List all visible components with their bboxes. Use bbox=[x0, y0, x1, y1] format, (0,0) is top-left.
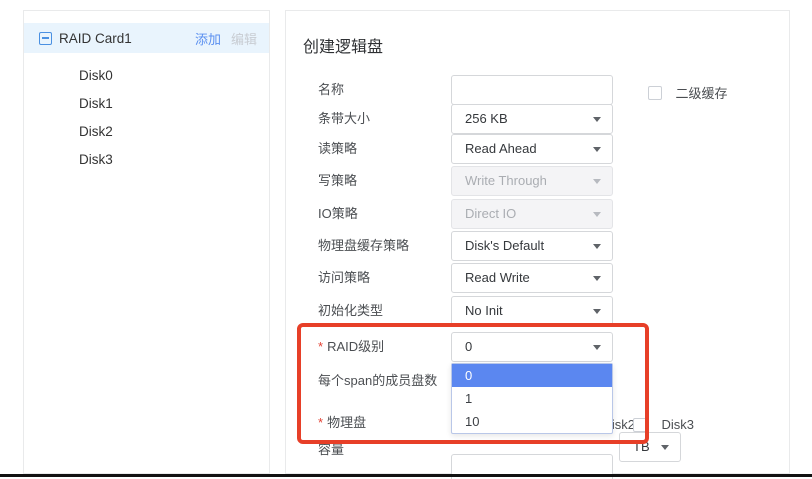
capacity-unit-select[interactable]: TB bbox=[619, 432, 681, 462]
physical-disks-label: * 物理盘 bbox=[318, 408, 366, 438]
raid-card-name: RAID Card1 bbox=[59, 31, 132, 46]
minus-glyph bbox=[42, 37, 49, 39]
raid-level-label-text: RAID级别 bbox=[327, 339, 384, 354]
chevron-down-icon bbox=[593, 147, 601, 152]
disk-cache-policy-select[interactable]: Disk's Default bbox=[451, 231, 613, 261]
raid-level-row: * RAID级别 0 bbox=[286, 332, 789, 362]
disk3-checkbox[interactable] bbox=[633, 418, 647, 432]
secondary-cache-label: 二级缓存 bbox=[675, 86, 727, 101]
raid-level-select[interactable]: 0 bbox=[451, 332, 613, 362]
write-policy-label: 写策略 bbox=[318, 166, 357, 196]
disk-cache-policy-label: 物理盘缓存策略 bbox=[318, 231, 409, 261]
chevron-down-icon bbox=[593, 244, 601, 249]
name-field-wrap bbox=[451, 75, 613, 105]
secondary-cache-option: 二级缓存 bbox=[648, 83, 727, 102]
raid-level-value: 0 bbox=[465, 333, 472, 361]
sidebar-item-disk3[interactable]: Disk3 bbox=[79, 146, 113, 174]
sidebar-item-disk2[interactable]: Disk2 bbox=[79, 118, 113, 146]
tree-actions: 添加 编辑 bbox=[195, 23, 257, 53]
raid-level-label: * RAID级别 bbox=[318, 332, 384, 362]
io-policy-value: Direct IO bbox=[465, 200, 516, 228]
read-policy-label: 读策略 bbox=[318, 134, 357, 164]
init-type-label: 初始化类型 bbox=[318, 296, 383, 326]
create-logical-disk-panel: 创建逻辑盘 名称 二级缓存 条带大小 256 KB 读策略 Read Ahea bbox=[285, 10, 790, 474]
page-title: 创建逻辑盘 bbox=[303, 33, 383, 57]
edit-link[interactable]: 编辑 bbox=[231, 29, 257, 48]
chevron-down-icon bbox=[593, 276, 601, 281]
chevron-down-icon bbox=[593, 309, 601, 314]
dropdown-option-0[interactable]: 0 bbox=[452, 364, 612, 387]
chevron-down-icon bbox=[593, 345, 601, 350]
dropdown-option-1[interactable]: 1 bbox=[452, 387, 612, 410]
raid-tree-panel: RAID Card1 添加 编辑 Disk0 Disk1 Disk2 Disk3 bbox=[23, 10, 270, 474]
raid-card-row[interactable]: RAID Card1 添加 编辑 bbox=[24, 23, 269, 53]
sidebar-item-disk0[interactable]: Disk0 bbox=[79, 62, 113, 90]
access-policy-label: 访问策略 bbox=[318, 263, 370, 293]
init-type-select[interactable]: No Init bbox=[451, 296, 613, 326]
chevron-down-icon bbox=[593, 212, 601, 217]
write-policy-select: Write Through bbox=[451, 166, 613, 196]
add-link[interactable]: 添加 bbox=[195, 29, 221, 48]
disk3-checkbox-label: Disk3 bbox=[661, 417, 694, 432]
name-label: 名称 bbox=[318, 75, 344, 105]
io-policy-select: Direct IO bbox=[451, 199, 613, 229]
read-policy-row: 读策略 Read Ahead bbox=[286, 134, 789, 164]
secondary-cache-checkbox[interactable] bbox=[648, 86, 662, 100]
stripe-size-row: 条带大小 256 KB bbox=[286, 104, 789, 134]
sidebar-item-disk1[interactable]: Disk1 bbox=[79, 90, 113, 118]
span-member-disks-label: 每个span的成员盘数 bbox=[318, 366, 437, 396]
capacity-label: 容量 bbox=[318, 435, 344, 465]
access-policy-select[interactable]: Read Write bbox=[451, 263, 613, 293]
name-row: 名称 二级缓存 bbox=[286, 75, 789, 105]
read-policy-value: Read Ahead bbox=[465, 135, 537, 163]
disk-cache-policy-value: Disk's Default bbox=[465, 232, 544, 260]
init-type-value: No Init bbox=[465, 297, 503, 325]
chevron-down-icon bbox=[593, 117, 601, 122]
write-policy-row: 写策略 Write Through bbox=[286, 166, 789, 196]
write-policy-value: Write Through bbox=[465, 167, 547, 195]
required-asterisk: * bbox=[318, 339, 323, 354]
disk-cache-policy-row: 物理盘缓存策略 Disk's Default bbox=[286, 231, 789, 261]
chevron-down-icon bbox=[593, 179, 601, 184]
dropdown-option-10[interactable]: 10 bbox=[452, 410, 612, 433]
raid-level-dropdown-list: 0 1 10 bbox=[451, 363, 613, 434]
required-asterisk: * bbox=[318, 415, 323, 430]
stripe-size-select[interactable]: 256 KB bbox=[451, 104, 613, 134]
access-policy-value: Read Write bbox=[465, 264, 530, 292]
collapse-icon[interactable] bbox=[39, 32, 52, 45]
bottom-border bbox=[0, 474, 812, 477]
read-policy-select[interactable]: Read Ahead bbox=[451, 134, 613, 164]
capacity-unit-value: TB bbox=[633, 433, 650, 461]
chevron-down-icon bbox=[661, 445, 669, 450]
name-input[interactable] bbox=[451, 75, 613, 105]
physical-disks-label-text: 物理盘 bbox=[327, 415, 366, 430]
io-policy-row: IO策略 Direct IO bbox=[286, 199, 789, 229]
init-type-row: 初始化类型 No Init bbox=[286, 296, 789, 326]
stripe-size-label: 条带大小 bbox=[318, 104, 370, 134]
access-policy-row: 访问策略 Read Write bbox=[286, 263, 789, 293]
stripe-size-value: 256 KB bbox=[465, 105, 508, 133]
app-window: RAID Card1 添加 编辑 Disk0 Disk1 Disk2 Disk3… bbox=[0, 0, 812, 479]
io-policy-label: IO策略 bbox=[318, 199, 358, 229]
